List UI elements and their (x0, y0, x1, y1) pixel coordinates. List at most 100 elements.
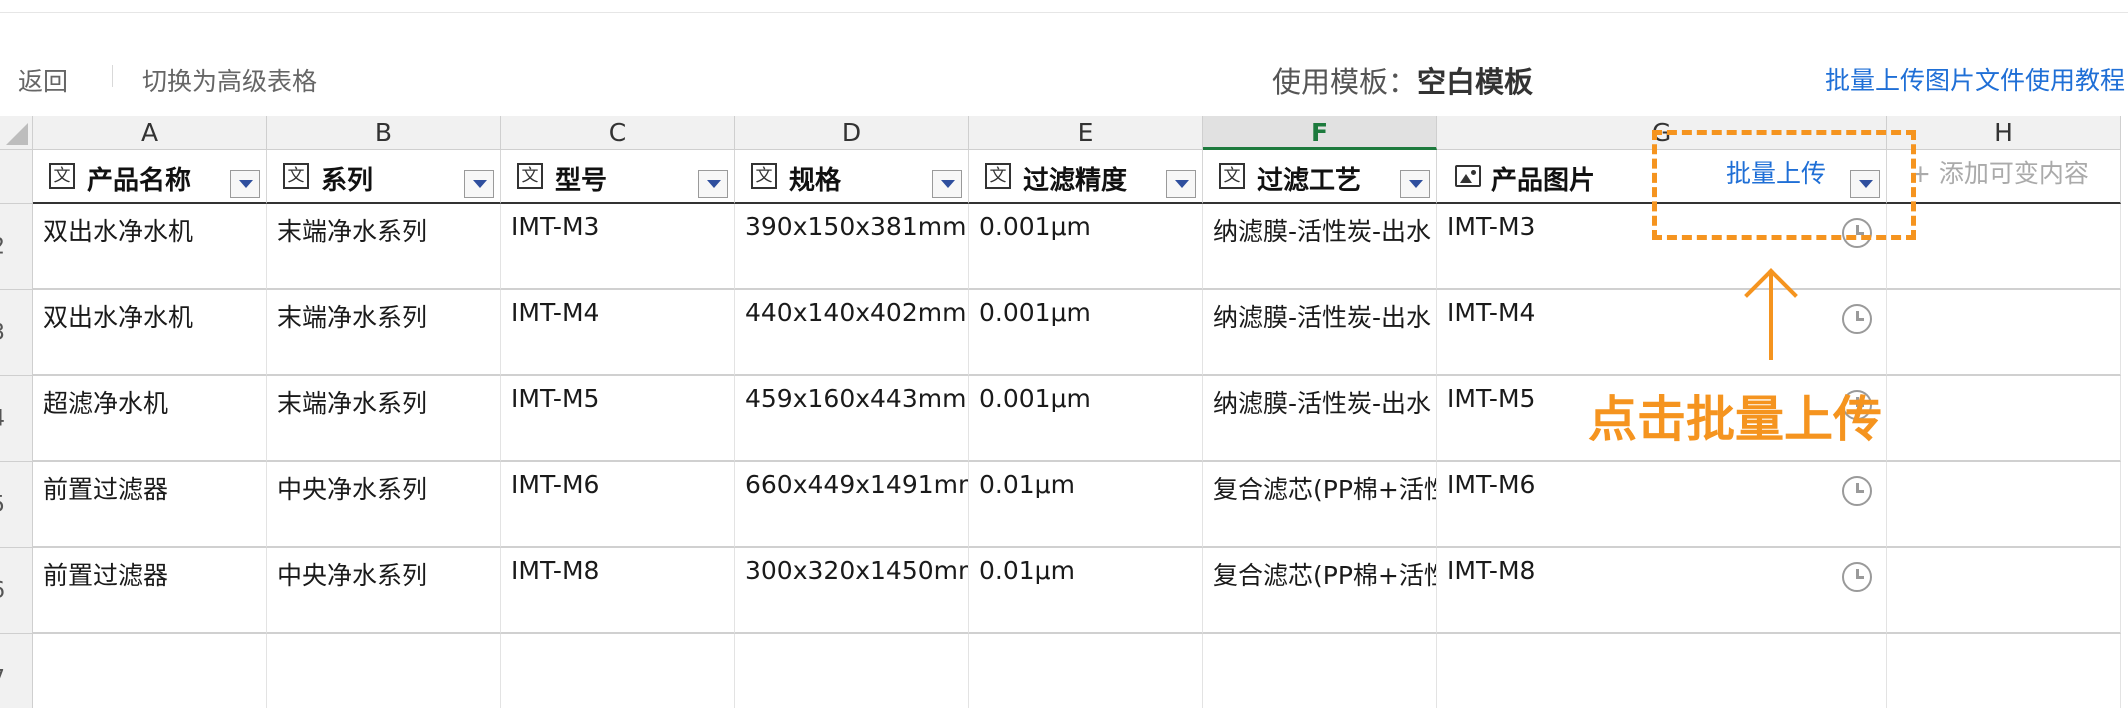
row-number: 6 (0, 578, 5, 603)
field-header-process[interactable]: 文过滤工艺 (1203, 150, 1437, 204)
table-cell[interactable]: 前置过滤器 (33, 548, 267, 634)
row-header[interactable]: 6 (0, 548, 33, 634)
add-variable-button[interactable]: + 添加可变内容 (1910, 154, 2089, 190)
column-header-a[interactable]: A (33, 116, 267, 150)
field-dropdown-icon[interactable] (698, 170, 728, 198)
table-cell[interactable]: 440x140x402mm (735, 290, 969, 376)
select-all-corner[interactable] (0, 116, 33, 150)
column-header-c[interactable]: C (501, 116, 735, 150)
table-cell-empty[interactable] (1887, 548, 2121, 634)
toolbar: 返回 切换为高级表格 使用模板：空白模板 批量上传图片文件使用教程 (0, 13, 2128, 116)
table-cell[interactable]: 纳滤膜-活性炭-出水 (1203, 204, 1437, 290)
field-header-label: 过滤精度 (1023, 166, 1128, 196)
field-dropdown-icon[interactable] (932, 170, 962, 198)
field-dropdown-icon[interactable] (1400, 170, 1430, 198)
table-cell[interactable]: 0.001μm (969, 376, 1203, 462)
column-header-d[interactable]: D (735, 116, 969, 150)
column-header-b[interactable]: B (267, 116, 501, 150)
toolbar-separator (112, 65, 113, 87)
table-cell-empty[interactable] (33, 634, 267, 708)
field-header-model[interactable]: 文型号 (501, 150, 735, 204)
table-cell-empty[interactable] (1203, 634, 1437, 708)
template-indicator: 使用模板：空白模板 (1272, 59, 1533, 101)
text-field-icon: 文 (49, 163, 75, 189)
table-cell[interactable]: 中央净水系列 (267, 462, 501, 548)
table-cell[interactable]: IMT-M4 (501, 290, 735, 376)
table-cell-empty[interactable] (501, 634, 735, 708)
field-header-label: 规格 (789, 166, 842, 196)
table-cell[interactable]: 末端净水系列 (267, 376, 501, 462)
field-header-label: 产品图片 (1491, 166, 1596, 196)
table-cell[interactable]: 复合滤芯(PP棉+活性 (1203, 462, 1437, 548)
table-cell-empty[interactable] (969, 634, 1203, 708)
row-header[interactable]: 5 (0, 462, 33, 548)
table-cell[interactable]: 660x449x1491mm (735, 462, 969, 548)
field-header-precision[interactable]: 文过滤精度 (969, 150, 1203, 204)
table-cell[interactable]: IMT-M6 (501, 462, 735, 548)
text-field-icon: 文 (985, 163, 1011, 189)
table-cell[interactable]: IMT-M5 (501, 376, 735, 462)
table-cell-empty[interactable] (735, 634, 969, 708)
field-dropdown-icon[interactable] (1166, 170, 1196, 198)
table-cell-empty[interactable] (1887, 204, 2121, 290)
row-header[interactable]: 7 (0, 634, 33, 708)
table-cell[interactable]: 中央净水系列 (267, 548, 501, 634)
row-header[interactable]: 2 (0, 204, 33, 290)
table-cell[interactable]: 超滤净水机 (33, 376, 267, 462)
table-cell[interactable]: 纳滤膜-活性炭-出水 (1203, 290, 1437, 376)
field-header-name[interactable]: 文产品名称 (33, 150, 267, 204)
table-cell[interactable]: IMT-M6 (1437, 462, 1887, 548)
field-header-spec[interactable]: 文规格 (735, 150, 969, 204)
switch-advanced-table-button[interactable]: 切换为高级表格 (142, 62, 317, 98)
table-cell[interactable]: 0.001μm (969, 290, 1203, 376)
table-cell-empty[interactable] (1437, 634, 1887, 708)
row-number: 4 (0, 406, 5, 431)
back-button[interactable]: 返回 (18, 62, 68, 98)
column-header-e[interactable]: E (969, 116, 1203, 150)
table-cell[interactable]: 双出水净水机 (33, 290, 267, 376)
row-header-field[interactable] (0, 150, 33, 204)
table-cell[interactable]: 复合滤芯(PP棉+活性 (1203, 548, 1437, 634)
table-cell[interactable]: IMT-M4 (1437, 290, 1887, 376)
table-cell[interactable]: IMT-M8 (1437, 548, 1887, 634)
table-cell[interactable]: 末端净水系列 (267, 290, 501, 376)
table-cell[interactable]: 300x320x1450mm (735, 548, 969, 634)
field-dropdown-icon[interactable] (464, 170, 494, 198)
table-cell[interactable]: 0.01μm (969, 462, 1203, 548)
row-header[interactable]: 3 (0, 290, 33, 376)
table-cell[interactable]: 前置过滤器 (33, 462, 267, 548)
text-field-icon: 文 (1219, 163, 1245, 189)
table-cell[interactable]: 末端净水系列 (267, 204, 501, 290)
table-cell[interactable]: 459x160x443mm (735, 376, 969, 462)
table-cell-empty[interactable] (1887, 376, 2121, 462)
column-header-f[interactable]: F (1203, 116, 1437, 150)
select-all-triangle-icon (6, 123, 28, 145)
table-cell-empty[interactable] (1887, 290, 2121, 376)
table-cell[interactable]: 双出水净水机 (33, 204, 267, 290)
table-cell[interactable]: 纳滤膜-活性炭-出水 (1203, 376, 1437, 462)
spreadsheet-page: 返回 切换为高级表格 使用模板：空白模板 批量上传图片文件使用教程 ABCDEF… (0, 0, 2128, 708)
bulk-upload-tutorial-link[interactable]: 批量上传图片文件使用教程 (1825, 61, 2125, 97)
field-header-series[interactable]: 文系列 (267, 150, 501, 204)
field-dropdown-icon[interactable] (230, 170, 260, 198)
history-clock-icon[interactable] (1842, 476, 1872, 506)
template-label: 使用模板： (1272, 65, 1418, 99)
table-cell[interactable]: 0.01μm (969, 548, 1203, 634)
table-cell-empty[interactable] (267, 634, 501, 708)
table-cell-empty[interactable] (1887, 462, 2121, 548)
table-cell-empty[interactable] (1887, 634, 2121, 708)
table-cell[interactable]: 0.001μm (969, 204, 1203, 290)
row-header[interactable]: 4 (0, 376, 33, 462)
column-header-h[interactable]: H (1887, 116, 2121, 150)
table-cell[interactable]: IMT-M8 (501, 548, 735, 634)
field-header-label: 型号 (555, 166, 608, 196)
field-header-label: 过滤工艺 (1257, 166, 1362, 196)
annotation-highlight-box (1652, 130, 1916, 240)
history-clock-icon[interactable] (1842, 304, 1872, 334)
table-cell[interactable]: IMT-M3 (501, 204, 735, 290)
field-header-label: 系列 (321, 166, 374, 196)
table-cell[interactable]: 390x150x381mm (735, 204, 969, 290)
history-clock-icon[interactable] (1842, 562, 1872, 592)
row-number: 3 (0, 320, 5, 345)
row-number: 2 (0, 234, 5, 259)
